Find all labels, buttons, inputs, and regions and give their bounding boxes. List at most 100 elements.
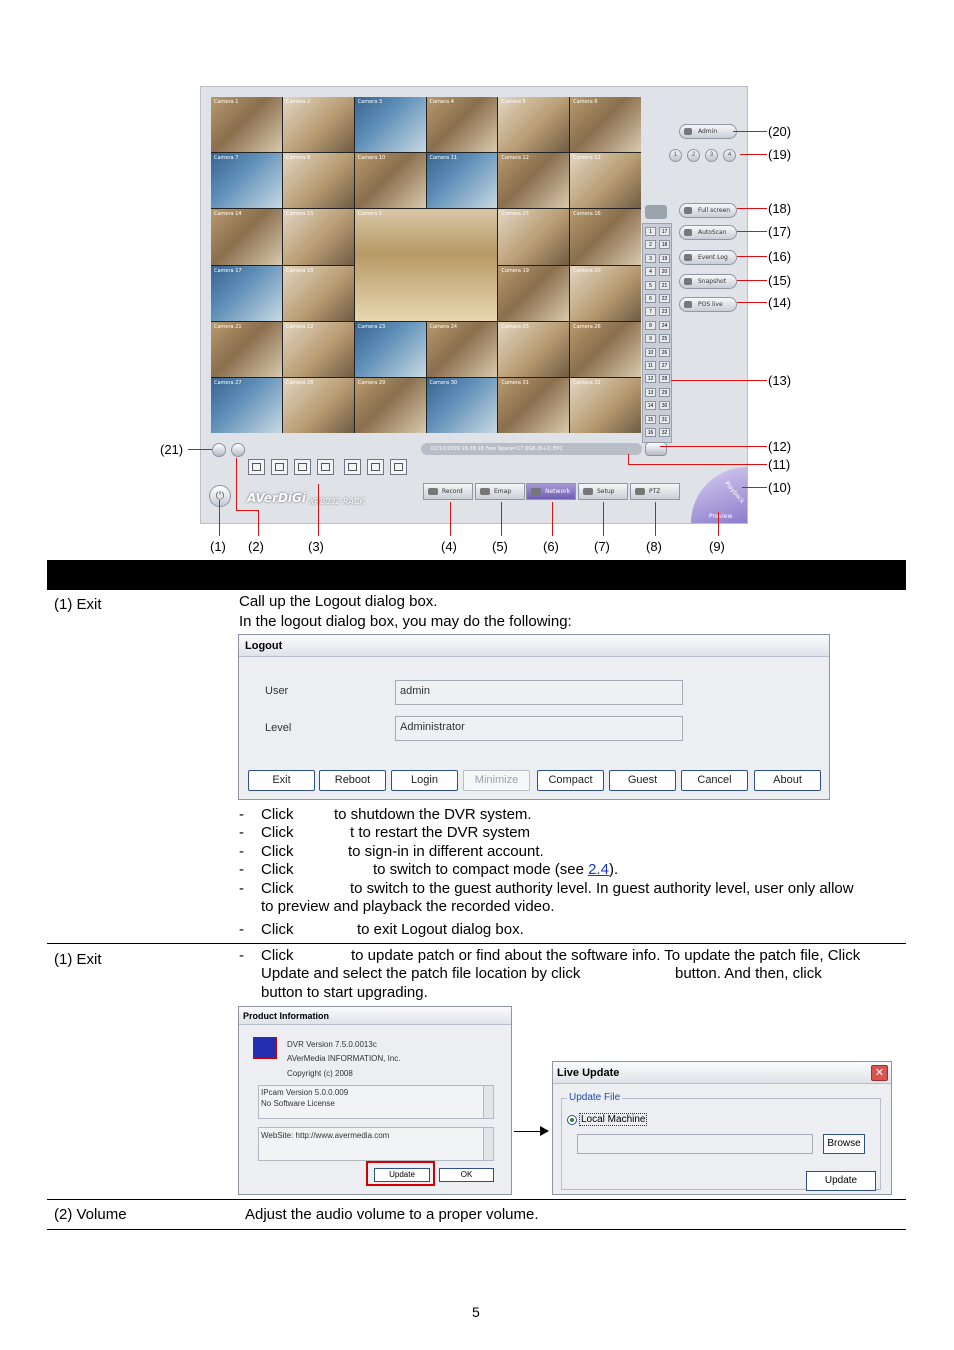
- camera-tile[interactable]: Camera 22: [282, 321, 354, 377]
- channel-button[interactable]: 28: [659, 374, 670, 384]
- compact-button[interactable]: Compact: [537, 770, 604, 791]
- camera-tile[interactable]: Camera 12: [498, 153, 570, 209]
- hdd-icon[interactable]: [212, 443, 226, 457]
- autoscan-button[interactable]: AutoScan: [679, 225, 737, 240]
- volume-icon[interactable]: [231, 443, 245, 457]
- camera-tile[interactable]: Camera 3: [354, 97, 426, 153]
- speed-button-1[interactable]: 1: [669, 149, 682, 162]
- pos-live-button[interactable]: POS live: [679, 297, 737, 312]
- channel-button[interactable]: 10: [645, 347, 656, 357]
- camera-tile[interactable]: Camera 7: [211, 153, 282, 209]
- reboot-button[interactable]: Reboot: [319, 770, 386, 791]
- channel-button[interactable]: 26: [659, 347, 670, 357]
- record-button[interactable]: Record: [423, 483, 473, 500]
- camera-tile[interactable]: Camera 4: [426, 97, 498, 153]
- login-button[interactable]: Login: [391, 770, 458, 791]
- channel-button[interactable]: 5: [645, 280, 656, 290]
- camera-tile[interactable]: Camera 25: [498, 321, 570, 377]
- minimize-button[interactable]: Minimize: [463, 770, 530, 791]
- snapshot-button[interactable]: Snapshot: [679, 274, 737, 289]
- radio-local-machine[interactable]: [567, 1115, 577, 1125]
- camera-tile[interactable]: Camera 15: [498, 209, 570, 265]
- channel-button[interactable]: 31: [659, 414, 670, 424]
- layout-13-button[interactable]: [344, 459, 361, 475]
- exit-button[interactable]: Exit: [248, 770, 315, 791]
- channel-button[interactable]: 13: [645, 387, 656, 397]
- camera-tile[interactable]: Camera 30: [426, 377, 498, 433]
- channel-button[interactable]: 30: [659, 401, 670, 411]
- camera-tile[interactable]: Camera 5: [498, 97, 570, 153]
- channel-button[interactable]: 18: [659, 240, 670, 250]
- emap-button[interactable]: Emap: [475, 483, 525, 500]
- camera-tile[interactable]: Camera 8: [282, 153, 354, 209]
- channel-button[interactable]: 9: [645, 334, 656, 344]
- camera-tile[interactable]: Camera 1: [354, 209, 498, 321]
- camera-tile[interactable]: Camera 31: [498, 377, 570, 433]
- speed-button-2[interactable]: 2: [687, 149, 700, 162]
- channel-button[interactable]: 1: [645, 227, 656, 236]
- channel-button[interactable]: 14: [645, 401, 656, 411]
- channel-button[interactable]: 15: [645, 414, 656, 424]
- channel-button[interactable]: 19: [659, 253, 670, 263]
- local-machine-label[interactable]: Local Machine: [579, 1113, 648, 1126]
- channel-button[interactable]: 23: [659, 307, 670, 317]
- user-field[interactable]: admin: [395, 680, 683, 705]
- channel-button[interactable]: 2: [645, 240, 656, 250]
- camera-tile[interactable]: Camera 24: [426, 321, 498, 377]
- camera-tile[interactable]: Camera 19: [498, 265, 570, 321]
- layout-9-button[interactable]: [294, 459, 311, 475]
- preview-label[interactable]: Preview: [709, 513, 732, 520]
- about-button[interactable]: About: [754, 770, 821, 791]
- camera-tile[interactable]: Camera 23: [354, 321, 426, 377]
- channel-button[interactable]: 4: [645, 267, 656, 277]
- channel-button[interactable]: 21: [659, 280, 670, 290]
- camera-tile[interactable]: Camera 10: [354, 153, 426, 209]
- camera-tile[interactable]: Camera 27: [211, 377, 282, 433]
- browse-button[interactable]: Browse: [823, 1134, 865, 1154]
- layout-25-button[interactable]: [367, 459, 384, 475]
- channel-page-button[interactable]: [645, 442, 667, 456]
- channel-button[interactable]: 6: [645, 294, 656, 303]
- setup-button[interactable]: Setup: [578, 483, 628, 500]
- channel-button[interactable]: 22: [659, 294, 670, 303]
- channel-button[interactable]: 11: [645, 361, 656, 370]
- layout-4-button[interactable]: [271, 459, 288, 475]
- layout-1-button[interactable]: [248, 459, 265, 475]
- channel-button[interactable]: 24: [659, 320, 670, 330]
- camera-tile[interactable]: Camera 20: [570, 265, 641, 321]
- camera-tile[interactable]: Camera 15: [282, 209, 354, 265]
- power-button[interactable]: ⏻: [209, 485, 231, 507]
- layout-36-button[interactable]: [390, 459, 407, 475]
- scrollbar[interactable]: [483, 1086, 493, 1118]
- camera-tile[interactable]: Camera 18: [282, 265, 354, 321]
- cancel-button[interactable]: Cancel: [681, 770, 748, 791]
- file-path-input[interactable]: [577, 1134, 813, 1154]
- speed-button-4[interactable]: 4: [723, 149, 736, 162]
- camera-tile[interactable]: Camera 16: [570, 209, 641, 265]
- channel-button[interactable]: 7: [645, 307, 656, 317]
- update-button[interactable]: Update: [374, 1168, 430, 1182]
- admin-button[interactable]: Admin: [679, 124, 737, 139]
- channel-button[interactable]: 3: [645, 253, 656, 263]
- camera-tile[interactable]: Camera 26: [570, 321, 641, 377]
- channel-button[interactable]: 20: [659, 267, 670, 277]
- channel-button[interactable]: 29: [659, 387, 670, 397]
- camera-icon[interactable]: [645, 205, 667, 219]
- camera-tile[interactable]: Camera 13: [570, 153, 641, 209]
- layout-16-button[interactable]: [317, 459, 334, 475]
- camera-tile[interactable]: Camera 21: [211, 321, 282, 377]
- camera-tile[interactable]: Camera 17: [211, 265, 282, 321]
- close-icon[interactable]: ✕: [871, 1065, 888, 1081]
- full-screen-button[interactable]: Full screen: [679, 203, 737, 218]
- channel-button[interactable]: 27: [659, 361, 670, 370]
- channel-button[interactable]: 12: [645, 374, 656, 384]
- camera-tile[interactable]: Camera 32: [570, 377, 641, 433]
- camera-tile[interactable]: Camera 6: [570, 97, 641, 153]
- camera-tile[interactable]: Camera 14: [211, 209, 282, 265]
- channel-button[interactable]: 32: [659, 428, 670, 437]
- speed-button-3[interactable]: 3: [705, 149, 718, 162]
- camera-tile[interactable]: Camera 29: [354, 377, 426, 433]
- channel-button[interactable]: 16: [645, 428, 656, 437]
- event-log-button[interactable]: Event Log: [679, 250, 737, 265]
- level-field[interactable]: Administrator: [395, 716, 683, 741]
